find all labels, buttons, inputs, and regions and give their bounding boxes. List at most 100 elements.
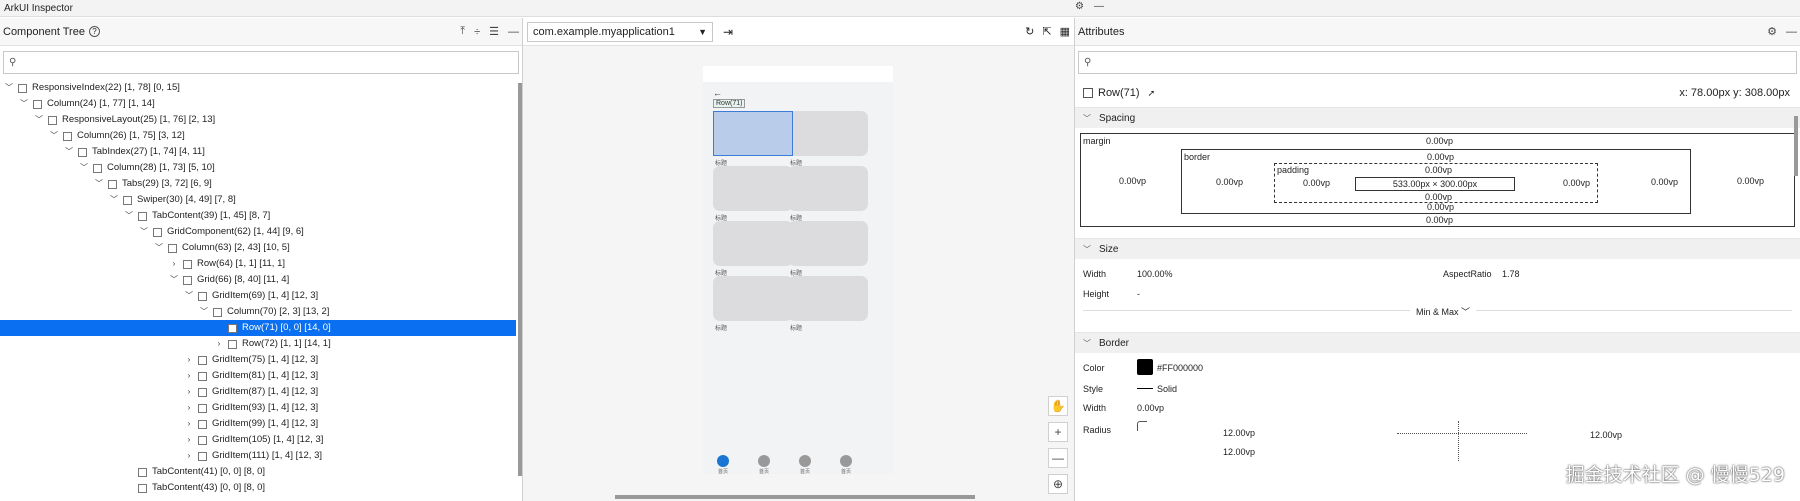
- tree-node[interactable]: ﹀ ResponsiveLayout(25) [1, 76] [2, 13]: [0, 112, 516, 128]
- attr-scrollbar[interactable]: [1794, 116, 1798, 176]
- exit-icon[interactable]: ⇥: [723, 25, 733, 39]
- border-section[interactable]: ﹀ Border: [1075, 332, 1800, 353]
- tree-node[interactable]: ﹀ Swiper(30) [4, 49] [7, 8]: [0, 192, 516, 208]
- chevron-right-icon[interactable]: ›: [214, 336, 224, 352]
- radius-top-left[interactable]: 12.00vp: [1223, 428, 1255, 438]
- chevron-down-icon[interactable]: ﹀: [34, 112, 44, 128]
- chevron-down-icon[interactable]: ﹀: [4, 80, 14, 96]
- tree-node[interactable]: › Row(72) [1, 1] [14, 1]: [0, 336, 516, 352]
- tree-node[interactable]: ﹀ Grid(66) [8, 40] [11, 4]: [0, 272, 516, 288]
- radius-bottom-left[interactable]: 12.00vp: [1223, 447, 1255, 457]
- grid-card[interactable]: [713, 276, 793, 321]
- tab-bar-icon[interactable]: [840, 455, 852, 467]
- minimize-panel-icon[interactable]: —: [508, 26, 519, 38]
- height-value[interactable]: -: [1137, 289, 1140, 299]
- grid-card[interactable]: [713, 166, 793, 211]
- zoom-out-icon[interactable]: —: [1048, 448, 1068, 468]
- settings-icon[interactable]: ⚙: [1075, 1, 1084, 12]
- chevron-down-icon[interactable]: ﹀: [199, 304, 209, 320]
- tree-node[interactable]: ﹀ Tabs(29) [3, 72] [6, 9]: [0, 176, 516, 192]
- tab-bar-icon[interactable]: [799, 455, 811, 467]
- spacing-section[interactable]: ﹀ Spacing: [1075, 107, 1800, 128]
- locate-icon[interactable]: ⊕: [1048, 474, 1068, 494]
- grid-card[interactable]: [788, 111, 868, 156]
- device-select[interactable]: com.example.myapplication1 ▼: [527, 21, 713, 42]
- chevron-down-icon[interactable]: ﹀: [49, 128, 59, 144]
- tree-node[interactable]: ﹀ Column(24) [1, 77] [1, 14]: [0, 96, 516, 112]
- chevron-right-icon[interactable]: ›: [169, 256, 179, 272]
- chevron-down-icon[interactable]: ﹀: [19, 96, 29, 112]
- tree-node[interactable]: ﹀ TabIndex(27) [1, 74] [4, 11]: [0, 144, 516, 160]
- jump-icon[interactable]: ➚: [1148, 88, 1156, 99]
- zoom-in-icon[interactable]: +: [1048, 422, 1068, 442]
- chevron-down-icon[interactable]: ﹀: [169, 272, 179, 288]
- tab-bar-icon[interactable]: [758, 455, 770, 467]
- tree-node[interactable]: ﹀ GridItem(69) [1, 4] [12, 3]: [0, 288, 516, 304]
- color-swatch[interactable]: [1137, 359, 1153, 375]
- minimize-panel-icon[interactable]: —: [1786, 26, 1797, 38]
- attr-search-input[interactable]: ⚲: [1078, 51, 1797, 74]
- radius-top-right[interactable]: 12.00vp: [1590, 430, 1622, 440]
- selected-row-highlight[interactable]: [713, 111, 793, 156]
- tree-node[interactable]: › GridItem(75) [1, 4] [12, 3]: [0, 352, 516, 368]
- tree-node[interactable]: Row(71) [0, 0] [14, 0]: [0, 320, 516, 336]
- chevron-down-icon[interactable]: ﹀: [154, 240, 164, 256]
- chevron-right-icon[interactable]: ›: [184, 448, 194, 464]
- chevron-down-icon[interactable]: ﹀: [64, 144, 74, 160]
- chevron-down-icon[interactable]: ﹀: [124, 208, 134, 224]
- help-icon[interactable]: ?: [88, 26, 100, 37]
- tree-node[interactable]: › GridItem(105) [1, 4] [12, 3]: [0, 432, 516, 448]
- chevron-right-icon[interactable]: ›: [184, 384, 194, 400]
- chevron-right-icon[interactable]: ›: [184, 400, 194, 416]
- tree-node[interactable]: › GridItem(87) [1, 4] [12, 3]: [0, 384, 516, 400]
- chevron-down-icon[interactable]: ﹀: [109, 192, 119, 208]
- chevron-down-icon[interactable]: ﹀: [139, 224, 149, 240]
- export-icon[interactable]: ⇱: [1042, 25, 1051, 38]
- grid-card[interactable]: [788, 221, 868, 266]
- refresh-icon[interactable]: ↻: [1025, 25, 1034, 38]
- tree-node[interactable]: ﹀ GridComponent(62) [1, 44] [9, 6]: [0, 224, 516, 240]
- tree-scrollbar[interactable]: [518, 83, 522, 476]
- tree-node[interactable]: ﹀ Column(28) [1, 73] [5, 10]: [0, 160, 516, 176]
- tree-node[interactable]: TabContent(43) [0, 0] [8, 0]: [0, 480, 516, 496]
- color-value[interactable]: #FF000000: [1157, 363, 1203, 373]
- list-icon[interactable]: ☰: [489, 25, 499, 38]
- tab-bar-icon[interactable]: [717, 455, 729, 467]
- collapse-all-icon[interactable]: ÷: [474, 26, 480, 38]
- grid-icon[interactable]: ▦: [1060, 25, 1070, 38]
- hand-icon[interactable]: ✋: [1048, 396, 1068, 416]
- tree-node[interactable]: TabContent(41) [0, 0] [8, 0]: [0, 464, 516, 480]
- tree-node[interactable]: ﹀ TabContent(39) [1, 45] [8, 7]: [0, 208, 516, 224]
- min-max-toggle[interactable]: Min & Max ﹀: [1410, 305, 1477, 318]
- tree-node[interactable]: › GridItem(93) [1, 4] [12, 3]: [0, 400, 516, 416]
- style-value[interactable]: Solid: [1157, 384, 1177, 394]
- border-width-value[interactable]: 0.00vp: [1137, 403, 1164, 413]
- chevron-right-icon[interactable]: ›: [184, 416, 194, 432]
- tree-node[interactable]: ﹀ Column(26) [1, 75] [3, 12]: [0, 128, 516, 144]
- grid-card[interactable]: [713, 221, 793, 266]
- chevron-right-icon[interactable]: ›: [184, 368, 194, 384]
- grid-card[interactable]: [788, 276, 868, 321]
- chevron-down-icon[interactable]: ﹀: [94, 176, 104, 192]
- tree-node[interactable]: › GridItem(111) [1, 4] [12, 3]: [0, 448, 516, 464]
- phone-preview[interactable]: ← Row(71) 标题 标题 标题 标题 标题 标题 标题 标题 首页 首页 首页 首页: [703, 66, 893, 475]
- tree-search-input[interactable]: ⚲: [3, 51, 519, 74]
- tree-node[interactable]: › Row(64) [1, 1] [11, 1]: [0, 256, 516, 272]
- tree-node[interactable]: › GridItem(99) [1, 4] [12, 3]: [0, 416, 516, 432]
- grid-card[interactable]: [788, 166, 868, 211]
- tree-node[interactable]: › GridItem(81) [1, 4] [12, 3]: [0, 368, 516, 384]
- aspect-value[interactable]: 1.78: [1502, 269, 1520, 279]
- chevron-down-icon[interactable]: ﹀: [79, 160, 89, 176]
- size-section[interactable]: ﹀ Size: [1075, 238, 1800, 259]
- back-arrow-icon[interactable]: ←: [713, 88, 722, 98]
- chevron-right-icon[interactable]: ›: [184, 432, 194, 448]
- gear-icon[interactable]: ⚙: [1767, 25, 1777, 38]
- chevron-right-icon[interactable]: ›: [184, 352, 194, 368]
- tree-node[interactable]: ﹀ ResponsiveIndex(22) [1, 78] [0, 15]: [0, 80, 516, 96]
- tree-node[interactable]: ﹀ Column(70) [2, 3] [13, 2]: [0, 304, 516, 320]
- width-value[interactable]: 100.00%: [1137, 269, 1173, 279]
- chevron-down-icon[interactable]: ﹀: [184, 288, 194, 304]
- preview-scrollbar[interactable]: [615, 495, 975, 499]
- tree-node[interactable]: ﹀ Column(63) [2, 43] [10, 5]: [0, 240, 516, 256]
- expand-all-icon[interactable]: ⤒: [460, 25, 465, 38]
